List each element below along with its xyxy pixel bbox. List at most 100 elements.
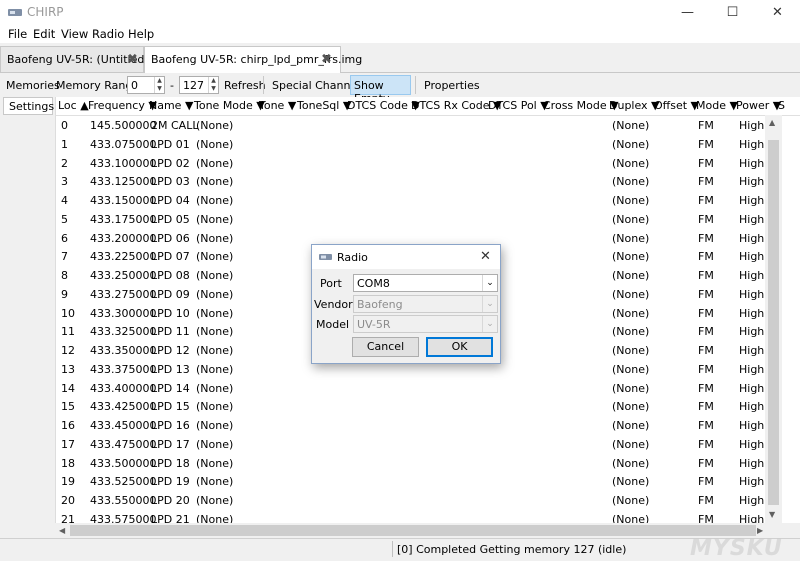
cell-name[interactable]: LPD 16 [151, 419, 190, 432]
cell-frequency[interactable]: 433.400000 [90, 382, 156, 395]
col-duplex[interactable]: Duplex ▼ [609, 99, 660, 112]
table-row[interactable]: 14 433.400000 LPD 14 (None) (None) FM High [56, 379, 800, 398]
cell-frequency[interactable]: 433.100000 [90, 157, 156, 170]
cell-power[interactable]: High [739, 288, 764, 301]
cell-tone-mode[interactable]: (None) [196, 250, 233, 263]
table-row[interactable]: 19 433.525000 LPD 19 (None) (None) FM High [56, 472, 800, 491]
cell-duplex[interactable]: (None) [612, 194, 649, 207]
cell-power[interactable]: High [739, 138, 764, 151]
cell-tone-mode[interactable]: (None) [196, 438, 233, 451]
cell-frequency[interactable]: 433.325000 [90, 325, 156, 338]
show-empty-button[interactable]: Show Empty [350, 75, 411, 105]
scroll-right-icon[interactable]: ▶ [757, 526, 763, 535]
horizontal-scroll-thumb[interactable] [70, 525, 756, 536]
cell-loc[interactable]: 8 [61, 269, 68, 282]
cell-name[interactable]: LPD 21 [151, 513, 190, 523]
cell-loc[interactable]: 21 [61, 513, 75, 523]
table-row[interactable]: 18 433.500000 LPD 18 (None) (None) FM High [56, 454, 800, 473]
minimize-button[interactable]: — [665, 0, 710, 25]
cell-mode[interactable]: FM [698, 232, 714, 245]
cell-power[interactable]: High [739, 232, 764, 245]
menu-help[interactable]: Help [128, 27, 154, 41]
cell-frequency[interactable]: 433.425000 [90, 400, 156, 413]
cell-name[interactable]: LPD 20 [151, 494, 190, 507]
cell-frequency[interactable]: 433.225000 [90, 250, 156, 263]
scroll-up-icon[interactable]: ▲ [769, 118, 775, 127]
ok-button[interactable]: OK [426, 337, 493, 357]
menu-edit[interactable]: Edit [33, 27, 55, 41]
cell-tone-mode[interactable]: (None) [196, 157, 233, 170]
cell-frequency[interactable]: 433.375000 [90, 363, 156, 376]
cell-frequency[interactable]: 433.300000 [90, 307, 156, 320]
cell-duplex[interactable]: (None) [612, 119, 649, 132]
cell-loc[interactable]: 9 [61, 288, 68, 301]
cell-name[interactable]: LPD 19 [151, 475, 190, 488]
cell-tone-mode[interactable]: (None) [196, 307, 233, 320]
spin-arrows-icon[interactable]: ▲ ▼ [154, 77, 164, 93]
menu-radio[interactable]: Radio [92, 27, 124, 41]
cell-power[interactable]: High [739, 419, 764, 432]
cell-frequency[interactable]: 433.275000 [90, 288, 156, 301]
menu-file[interactable]: File [8, 27, 27, 41]
cell-loc[interactable]: 16 [61, 419, 75, 432]
col-loc[interactable]: Loc ▲ [58, 99, 89, 112]
col-tone[interactable]: Tone ▼ [259, 99, 296, 112]
tab-untitled[interactable]: Baofeng UV-5R: (Untitled)* ✖ [0, 46, 154, 72]
cell-loc[interactable]: 11 [61, 325, 75, 338]
refresh-button[interactable]: Refresh [224, 79, 266, 92]
cell-name[interactable]: 2M CALL [151, 119, 198, 132]
table-row[interactable]: 2 433.100000 LPD 02 (None) (None) FM High [56, 154, 800, 173]
cell-mode[interactable]: FM [698, 194, 714, 207]
cell-name[interactable]: LPD 10 [151, 307, 190, 320]
cell-mode[interactable]: FM [698, 438, 714, 451]
cell-duplex[interactable]: (None) [612, 250, 649, 263]
scroll-down-icon[interactable]: ▼ [769, 510, 775, 519]
cell-mode[interactable]: FM [698, 307, 714, 320]
cell-power[interactable]: High [739, 325, 764, 338]
cell-frequency[interactable]: 433.550000 [90, 494, 156, 507]
cell-frequency[interactable]: 433.525000 [90, 475, 156, 488]
cell-name[interactable]: LPD 17 [151, 438, 190, 451]
cell-tone-mode[interactable]: (None) [196, 457, 233, 470]
spin-arrows-icon[interactable]: ▲ ▼ [208, 77, 218, 93]
cell-mode[interactable]: FM [698, 288, 714, 301]
cell-name[interactable]: LPD 12 [151, 344, 190, 357]
cell-tone-mode[interactable]: (None) [196, 475, 233, 488]
cell-name[interactable]: LPD 18 [151, 457, 190, 470]
cell-name[interactable]: LPD 06 [151, 232, 190, 245]
cell-power[interactable]: High [739, 157, 764, 170]
cell-duplex[interactable]: (None) [612, 438, 649, 451]
table-row[interactable]: 17 433.475000 LPD 17 (None) (None) FM High [56, 435, 800, 454]
cell-power[interactable]: High [739, 382, 764, 395]
cell-frequency[interactable]: 433.075000 [90, 138, 156, 151]
tab-chirp-img[interactable]: Baofeng UV-5R: chirp_lpd_pmr_frs.img ✖ [144, 46, 362, 73]
cell-power[interactable]: High [739, 194, 764, 207]
close-tab-icon[interactable]: ✖ [127, 52, 138, 67]
cell-duplex[interactable]: (None) [612, 232, 649, 245]
menu-view[interactable]: View [61, 27, 88, 41]
cell-power[interactable]: High [739, 400, 764, 413]
table-row[interactable]: 1 433.075000 LPD 01 (None) (None) FM High [56, 135, 800, 154]
cell-mode[interactable]: FM [698, 325, 714, 338]
cell-loc[interactable]: 2 [61, 157, 68, 170]
table-row[interactable]: 20 433.550000 LPD 20 (None) (None) FM High [56, 491, 800, 510]
cell-duplex[interactable]: (None) [612, 382, 649, 395]
cell-tone-mode[interactable]: (None) [196, 344, 233, 357]
cell-frequency[interactable]: 433.450000 [90, 419, 156, 432]
cell-tone-mode[interactable]: (None) [196, 382, 233, 395]
cell-frequency[interactable]: 433.250000 [90, 269, 156, 282]
cell-duplex[interactable]: (None) [612, 363, 649, 376]
cell-mode[interactable]: FM [698, 344, 714, 357]
cell-tone-mode[interactable]: (None) [196, 494, 233, 507]
cell-duplex[interactable]: (None) [612, 344, 649, 357]
cell-loc[interactable]: 3 [61, 175, 68, 188]
table-row[interactable]: 21 433.575000 LPD 21 (None) (None) FM High [56, 510, 800, 523]
cancel-button[interactable]: Cancel [352, 337, 419, 357]
cell-power[interactable]: High [739, 438, 764, 451]
cell-power[interactable]: High [739, 269, 764, 282]
cell-mode[interactable]: FM [698, 119, 714, 132]
properties-button[interactable]: Properties [424, 79, 480, 92]
col-offset[interactable]: Offset ▼ [654, 99, 699, 112]
cell-duplex[interactable]: (None) [612, 288, 649, 301]
cell-tone-mode[interactable]: (None) [196, 194, 233, 207]
